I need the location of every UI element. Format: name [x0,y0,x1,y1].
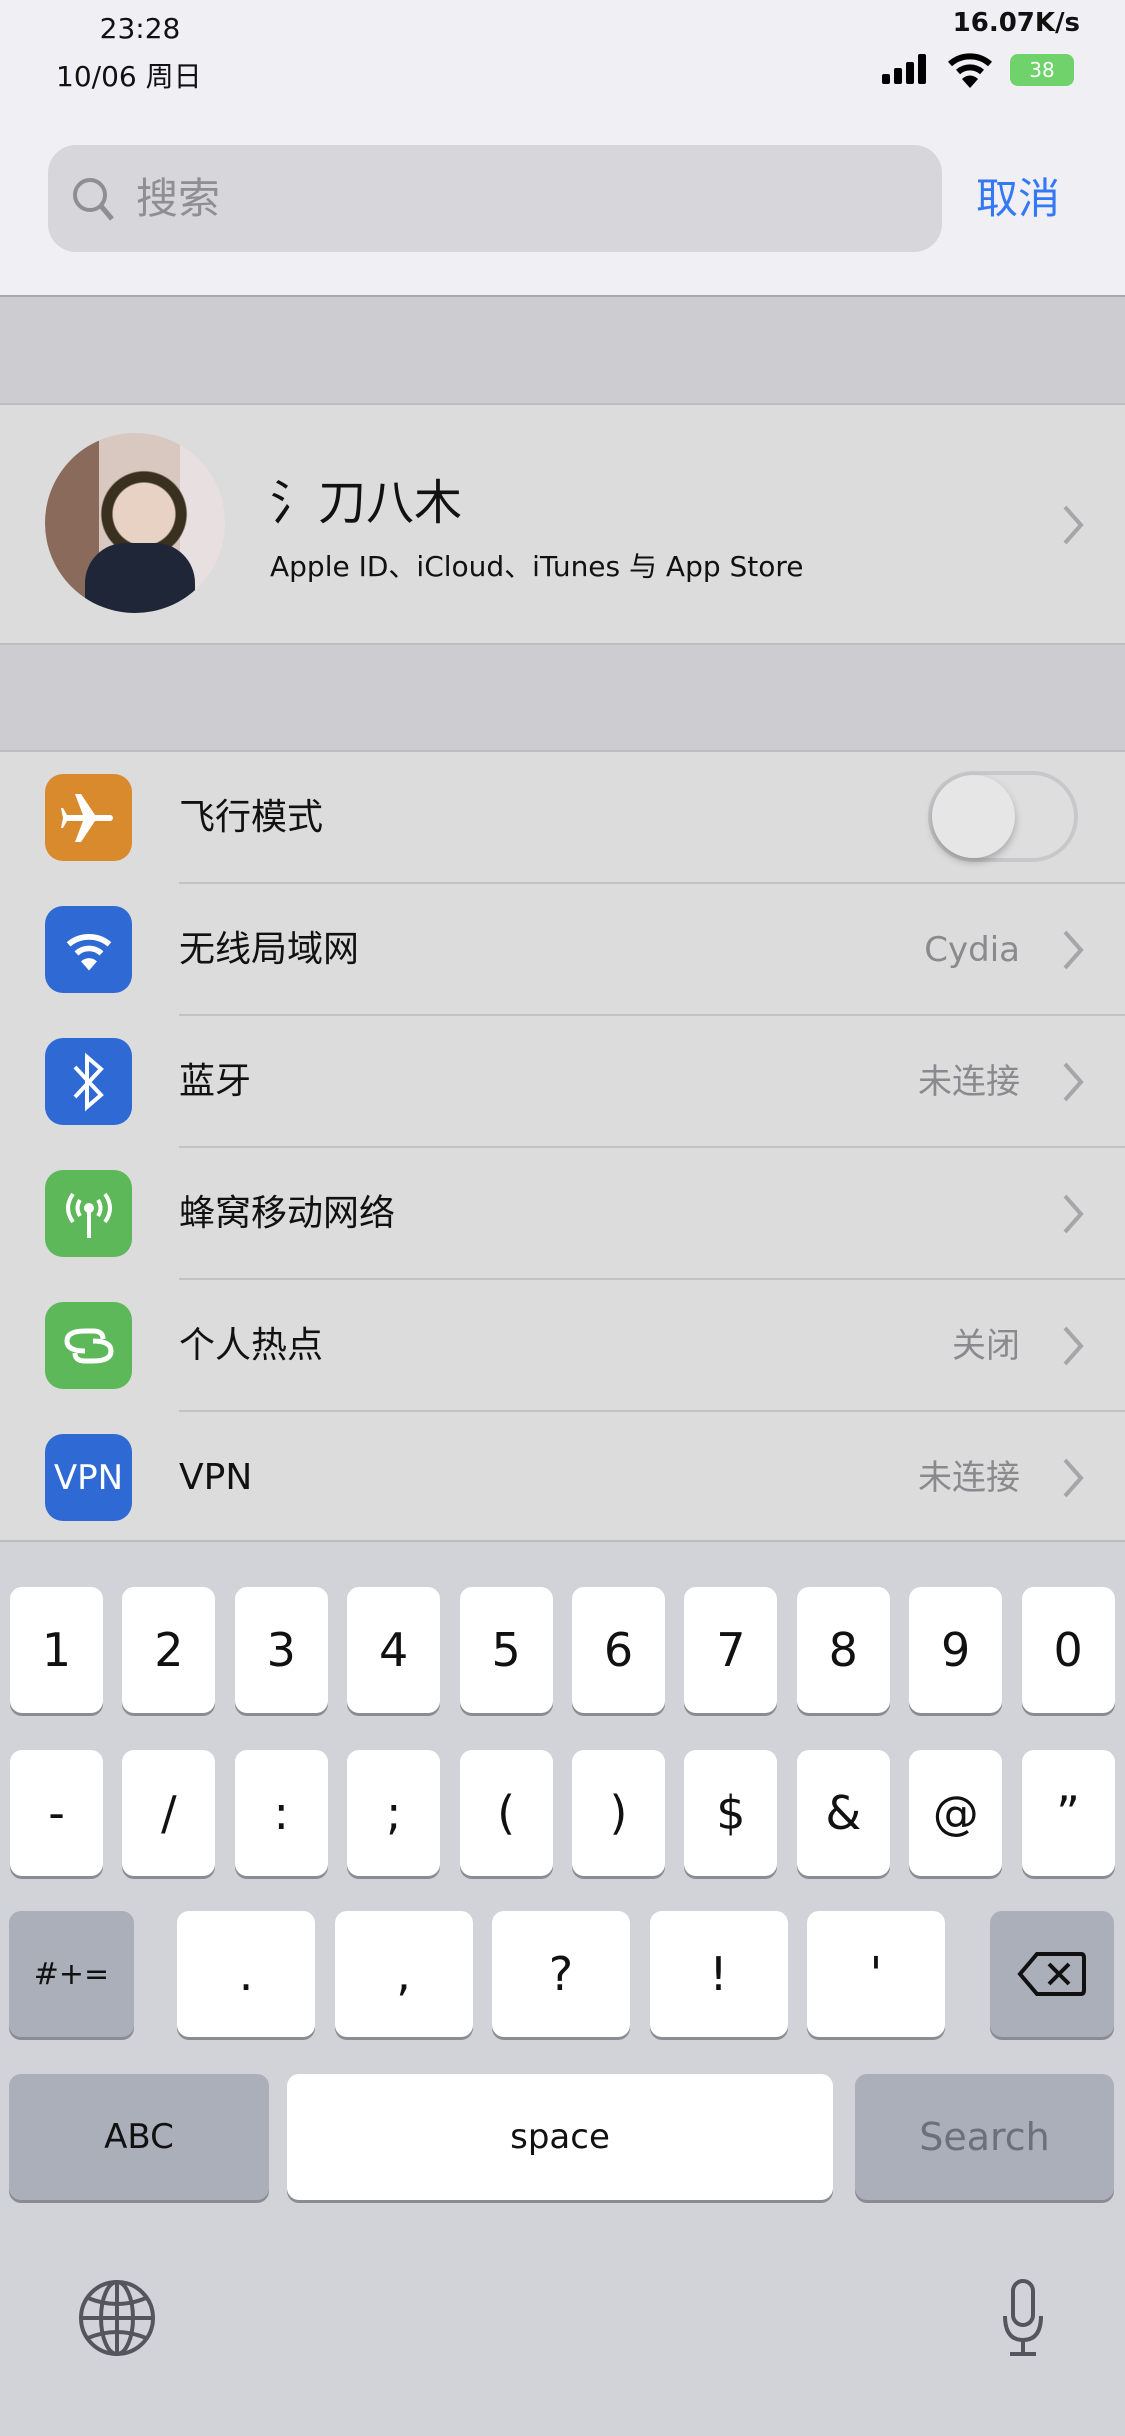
chevron-right-icon [1063,505,1084,545]
status-time: 23:28 [99,12,181,45]
settings-row-label: 飞行模式 [179,797,324,838]
wifi-icon [45,906,132,993]
key-punctuation[interactable]: ? [492,1911,630,2037]
settings-row[interactable]: 蜂窝移动网络 [0,1148,1125,1280]
space-key[interactable]: space [287,2074,833,2200]
section-spacer [0,645,1125,750]
signal-icon [882,54,926,84]
chevron-right-icon [1063,930,1084,970]
hotspot-icon [45,1302,132,1389]
settings-row[interactable]: 个人热点 关闭 [0,1280,1125,1412]
microphone-icon[interactable] [1000,2278,1046,2358]
chevron-right-icon [1063,1194,1084,1234]
airplane-mode-toggle[interactable] [928,771,1078,862]
settings-row-label: 蜂窝移动网络 [179,1193,396,1234]
settings-row[interactable]: VPN VPN 未连接 [0,1412,1125,1544]
header: 23:28 10/06 周日 16.07K/s 38 搜索 取消 [0,0,1125,297]
key-symbol[interactable]: / [122,1750,216,1876]
key-9[interactable]: 0 [1021,1587,1115,1713]
settings-row-value: 关闭 [952,1326,1020,1366]
profile-subtitle: Apple ID、iCloud、iTunes 与 App Store [270,550,804,583]
key-0[interactable]: 1 [10,1587,103,1713]
profile-name: 氵刀八木 [270,475,463,531]
keyboard: 1 2 3 4 5 6 7 8 9 0 - /:;() $ & @” #+=.,?! ' ABC space Sear… [0,1542,1125,2436]
key-symbol[interactable]: @ [909,1750,1003,1876]
key-punctuation[interactable]: . [177,1911,315,2037]
search-placeholder: 搜索 [136,174,221,223]
apple-id-cell[interactable]: 氵刀八木 Apple ID、iCloud、iTunes 与 App Store [0,403,1125,645]
settings-row-label: 蓝牙 [179,1061,252,1102]
chevron-right-icon [1063,1062,1084,1102]
cellular-icon [45,1170,132,1257]
settings-list: 飞行模式 无线局域网 Cydia 蓝牙 未连接 蜂窝移动网络 个人热点 关闭 VPN VPN 未连接 [0,750,1125,1542]
key-symbol[interactable]: ( [459,1750,553,1876]
key-symbol[interactable]: ; [347,1750,441,1876]
globe-icon[interactable] [78,2278,156,2358]
bluetooth-icon [45,1038,132,1125]
key-5[interactable]: 6 [572,1587,665,1713]
avatar [45,433,225,613]
section-spacer [0,297,1125,403]
key-4[interactable]: 5 [459,1587,553,1713]
vpn-icon: VPN [45,1434,132,1521]
key-symbol[interactable]: - [10,1750,103,1876]
key-punctuation[interactable]: ! [649,1911,788,2037]
settings-row-value: 未连接 [918,1458,1020,1498]
chevron-right-icon [1063,1326,1084,1366]
search-icon [73,178,114,221]
settings-row-value: 未连接 [918,1062,1020,1102]
key-punctuation[interactable]: , [334,1911,473,2037]
key-symbol[interactable]: $ [684,1750,778,1876]
settings-row-value: Cydia [924,930,1020,970]
settings-row-label: 无线局域网 [179,929,360,970]
key-1[interactable]: 2 [122,1587,216,1713]
key-symbol[interactable]: & [796,1750,890,1876]
search-key[interactable]: Search [855,2074,1114,2200]
symbols-key[interactable]: #+= [9,1911,134,2037]
network-speed: 16.07K/s [952,8,1080,38]
backspace-icon [1017,1952,1086,1996]
settings-row-label: 个人热点 [179,1325,324,1366]
key-3[interactable]: 4 [347,1587,441,1713]
key-symbol[interactable]: : [234,1750,328,1876]
key-2[interactable]: 3 [234,1587,328,1713]
key-symbol[interactable]: ) [572,1750,665,1876]
status-date: 10/06 周日 [56,60,202,93]
settings-row[interactable]: 飞行模式 [0,752,1125,884]
wifi-status-icon [948,53,992,88]
key-6[interactable]: 7 [684,1587,778,1713]
settings-row[interactable]: 蓝牙 未连接 [0,1016,1125,1148]
cancel-button[interactable]: 取消 [976,145,1060,252]
search-input[interactable]: 搜索 [48,145,942,252]
battery-indicator: 38 [1010,54,1074,86]
key-symbol[interactable]: ” [1021,1750,1115,1876]
key-punctuation[interactable]: ' [807,1911,945,2037]
abc-key[interactable]: ABC [9,2074,269,2200]
chevron-right-icon [1063,1458,1084,1498]
settings-row[interactable]: 无线局域网 Cydia [0,884,1125,1016]
key-8[interactable]: 9 [909,1587,1003,1713]
airplane-icon [45,774,132,861]
key-7[interactable]: 8 [796,1587,890,1713]
settings-row-label: VPN [179,1457,253,1498]
delete-key[interactable] [990,1911,1114,2037]
